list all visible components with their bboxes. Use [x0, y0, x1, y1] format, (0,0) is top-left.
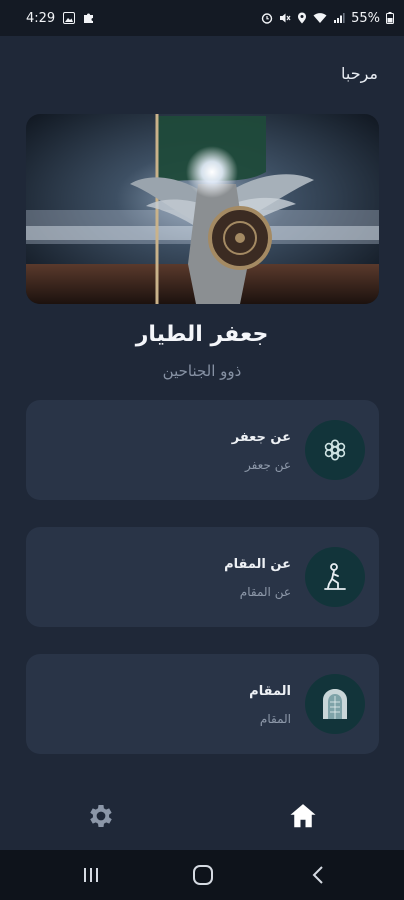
- location-icon: [297, 12, 307, 24]
- battery-percent: 55%: [351, 10, 380, 26]
- shrine-door-icon: [305, 674, 365, 734]
- flower-emblem-icon: [305, 420, 365, 480]
- status-bar: 4:29 55%: [0, 0, 404, 36]
- gallery-icon: [63, 12, 76, 24]
- wifi-icon: [313, 12, 327, 24]
- card-title: المقام: [249, 684, 291, 699]
- profile-subtitle: ذوو الجناحين: [162, 362, 242, 380]
- system-nav-bar: [0, 850, 404, 900]
- mute-icon: [279, 12, 291, 24]
- profile-name: جعفر الطيار: [135, 322, 269, 347]
- puzzle-icon: [83, 12, 95, 24]
- status-time: 4:29: [26, 10, 56, 26]
- settings-icon[interactable]: [83, 798, 119, 834]
- home-icon[interactable]: [285, 798, 321, 834]
- battery-icon: [386, 12, 394, 24]
- card-about-jafar[interactable]: عن جعفر عن جعفر: [26, 400, 379, 500]
- signal-icon: [333, 12, 345, 24]
- card-subtitle: عن المقام: [239, 585, 291, 599]
- bottom-nav: [0, 780, 404, 850]
- card-shrine[interactable]: المقام المقام: [26, 654, 379, 754]
- kneeling-figure-icon: [305, 547, 365, 607]
- back-icon[interactable]: [306, 863, 330, 887]
- home-system-icon[interactable]: [191, 863, 215, 887]
- hero-image: [26, 114, 379, 304]
- greeting-text: مرحبا: [341, 64, 378, 83]
- recent-apps-icon[interactable]: [79, 863, 103, 887]
- card-about-shrine[interactable]: عن المقام عن المقام: [26, 527, 379, 627]
- card-subtitle: عن جعفر: [244, 458, 291, 472]
- card-title: عن جعفر: [231, 430, 291, 445]
- alarm-icon: [261, 12, 273, 24]
- card-title: عن المقام: [224, 557, 291, 572]
- card-subtitle: المقام: [259, 712, 291, 726]
